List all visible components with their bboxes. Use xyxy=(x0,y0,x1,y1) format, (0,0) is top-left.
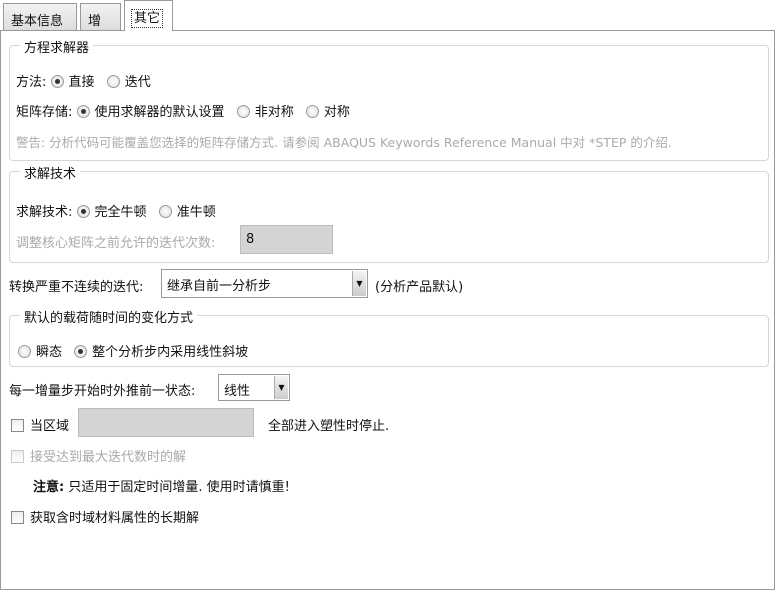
radio-icon xyxy=(50,75,64,88)
accept-solution-checkbox[interactable]: 接受达到最大迭代数时的解 xyxy=(11,446,186,465)
radio-solver-default[interactable]: 使用求解器的默认设置 xyxy=(76,105,225,120)
tab-label: 其它 xyxy=(130,9,164,28)
solver-warning: 警告: 分析代码可能覆盖您选择的矩阵存储方式. 请参阅 ABAQUS Keywo… xyxy=(16,135,672,150)
radio-unsymmetric[interactable]: 非对称 xyxy=(236,105,294,120)
radio-icon xyxy=(106,75,120,88)
technique-row: 求解技术: 完全牛顿 准牛顿 xyxy=(16,201,224,220)
checkbox-label: 接受达到最大迭代数时的解 xyxy=(30,450,187,465)
solver-legend: 方程求解器 xyxy=(20,37,94,56)
checkbox-label: 当区域 xyxy=(30,419,70,434)
select-value: 线性 xyxy=(224,384,251,399)
tab-panel: 方程求解器 方法: 直接 迭代 矩阵存储: 使用求解器的默认设置 非对称 对称 … xyxy=(0,30,775,590)
extrapolation-label: 每一增量步开始时外推前一状态: xyxy=(9,384,196,399)
technique-label: 求解技术: xyxy=(16,205,73,220)
note-text: 只适用于固定时间增量. 使用时请慎重! xyxy=(68,480,290,495)
stop-region-checkbox[interactable]: 当区域 xyxy=(11,415,69,434)
stop-suffix: 全部进入塑性时停止. xyxy=(268,419,390,434)
checkbox-label: 获取含时域材料属性的长期解 xyxy=(30,511,200,526)
load-row: 瞬态 整个分析步内采用线性斜坡 xyxy=(18,341,256,360)
load-legend: 默认的载荷随时间的变化方式 xyxy=(20,307,198,326)
solver-group: 方程求解器 方法: 直接 迭代 矩阵存储: 使用求解器的默认设置 非对称 对称 … xyxy=(9,37,769,161)
radio-ramp-linearly[interactable]: 整个分析步内采用线性斜坡 xyxy=(74,345,248,360)
iter-label: 调整核心矩阵之前允许的迭代次数: xyxy=(16,236,216,251)
option-label: 对称 xyxy=(323,105,350,120)
note-row: 注意: 只适用于固定时间增量. 使用时请慎重! xyxy=(33,476,290,495)
region-input[interactable] xyxy=(78,408,254,437)
method-label: 方法: xyxy=(16,75,47,90)
option-label: 准牛顿 xyxy=(176,205,216,220)
option-label: 瞬态 xyxy=(36,345,63,360)
tab-increment[interactable]: 增量 xyxy=(80,3,121,48)
option-label: 迭代 xyxy=(124,75,151,90)
select-value: 继承自前一分析步 xyxy=(167,279,272,294)
radio-full-newton[interactable]: 完全牛顿 xyxy=(76,205,147,220)
discontinuous-select[interactable]: 继承自前一分析步 ▼ xyxy=(161,269,368,298)
option-label: 直接 xyxy=(68,75,95,90)
load-group: 默认的载荷随时间的变化方式 瞬态 整个分析步内采用线性斜坡 xyxy=(9,307,769,367)
radio-icon xyxy=(158,205,172,218)
chevron-down-icon[interactable]: ▼ xyxy=(352,271,366,296)
radio-iterative[interactable]: 迭代 xyxy=(106,75,151,90)
discontinuous-label: 转换严重不连续的迭代: xyxy=(9,280,144,295)
radio-instantaneous[interactable]: 瞬态 xyxy=(18,345,62,360)
method-row: 方法: 直接 迭代 xyxy=(16,71,159,90)
checkbox-icon xyxy=(11,511,24,524)
discontinuous-note: (分析产品默认) xyxy=(375,280,464,295)
radio-symmetric[interactable]: 对称 xyxy=(305,105,350,120)
iter-count-input[interactable]: 8 xyxy=(240,225,333,254)
storage-row: 矩阵存储: 使用求解器的默认设置 非对称 对称 xyxy=(16,101,358,120)
tab-label: 基本信息 xyxy=(11,14,64,29)
radio-icon xyxy=(18,345,31,358)
radio-icon xyxy=(74,345,88,358)
chevron-down-icon[interactable]: ▼ xyxy=(274,376,288,399)
note-title: 注意: xyxy=(33,480,65,495)
option-label: 非对称 xyxy=(254,105,294,120)
radio-icon xyxy=(305,105,319,118)
extrapolation-select[interactable]: 线性 ▼ xyxy=(218,374,290,401)
storage-label: 矩阵存储: xyxy=(16,105,73,120)
tab-basic-info[interactable]: 基本信息 xyxy=(3,3,77,31)
option-label: 完全牛顿 xyxy=(94,205,147,220)
radio-quasi-newton[interactable]: 准牛顿 xyxy=(158,205,216,220)
option-label: 整个分析步内采用线性斜坡 xyxy=(92,345,249,360)
radio-icon xyxy=(236,105,250,118)
checkbox-icon xyxy=(11,450,24,463)
radio-icon xyxy=(76,205,90,218)
checkbox-icon xyxy=(11,419,24,432)
option-label: 使用求解器的默认设置 xyxy=(94,105,225,120)
tab-other[interactable]: 其它 xyxy=(124,0,173,31)
technique-legend: 求解技术 xyxy=(20,163,81,182)
radio-direct[interactable]: 直接 xyxy=(50,75,95,90)
radio-icon xyxy=(76,105,90,118)
technique-group: 求解技术 求解技术: 完全牛顿 准牛顿 调整核心矩阵之前允许的迭代次数: 8 xyxy=(9,163,769,263)
long-term-checkbox[interactable]: 获取含时域材料属性的长期解 xyxy=(11,507,199,526)
